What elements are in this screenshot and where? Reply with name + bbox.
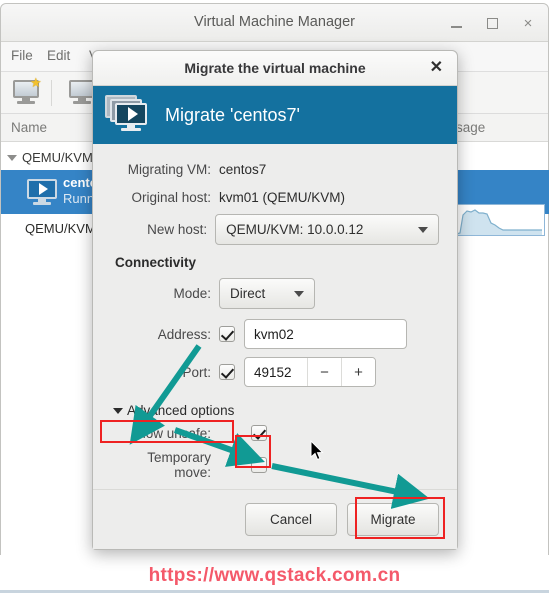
original-host-value: kvm01 (QEMU/KVM) <box>219 189 346 205</box>
new-host-value: QEMU/KVM: 10.0.0.12 <box>226 222 364 237</box>
allow-unsafe-label: Allow unsafe: <box>130 425 211 441</box>
advanced-options-label: Advanced options <box>127 403 235 418</box>
watermark-text: https://www.qstack.com.cn <box>148 565 401 586</box>
address-input[interactable]: kvm02 <box>244 319 407 349</box>
chevron-down-icon <box>294 290 304 297</box>
migrating-vm-label: Migrating VM: <box>127 161 211 177</box>
tree-group-qemu-kvm[interactable]: QEMU/KVM <box>7 150 93 165</box>
dialog-banner: Migrate 'centos7' <box>93 86 457 144</box>
menu-file[interactable]: File <box>11 48 33 63</box>
advanced-options-toggle[interactable]: Advanced options <box>113 403 234 418</box>
dialog-titlebar: Migrate the virtual machine ✕ <box>93 51 457 86</box>
maximize-icon[interactable] <box>482 13 502 33</box>
migrating-vm-value: centos7 <box>219 161 267 177</box>
dialog-title: Migrate the virtual machine <box>184 60 366 76</box>
vm-running-icon <box>27 179 57 205</box>
row-port: Port: 49152 − + <box>111 357 439 387</box>
mouse-cursor-icon <box>310 440 324 461</box>
mode-value: Direct <box>230 286 266 301</box>
port-increment-button[interactable]: + <box>341 358 375 386</box>
new-vm-icon[interactable]: ★ <box>13 76 42 104</box>
screenshot-root: Virtual Machine Manager × File Edit V ★ <box>0 0 549 593</box>
row-new-host: New host: QEMU/KVM: 10.0.0.12 <box>111 214 439 245</box>
vm-play-icon <box>105 95 153 135</box>
port-checkbox[interactable] <box>219 364 235 380</box>
temporary-move-label: Temporary move: <box>147 450 211 480</box>
port-stepper[interactable]: 49152 − + <box>244 357 376 387</box>
temporary-move-checkbox[interactable] <box>251 457 267 473</box>
banner-title: Migrate 'centos7' <box>165 104 300 125</box>
address-checkbox[interactable] <box>219 326 235 342</box>
row-address: Address: kvm02 <box>111 319 439 349</box>
address-label: Address: <box>157 326 211 342</box>
mode-label: Mode: <box>173 286 211 301</box>
port-value[interactable]: 49152 <box>245 358 307 386</box>
menu-edit[interactable]: Edit <box>47 48 70 63</box>
new-host-select[interactable]: QEMU/KVM: 10.0.0.12 <box>215 214 439 245</box>
cancel-button[interactable]: Cancel <box>245 503 337 536</box>
row-temporary-move: Temporary move: <box>111 450 439 480</box>
row-mode: Mode: Direct <box>111 278 439 309</box>
chevron-down-icon[interactable] <box>7 154 17 161</box>
allow-unsafe-checkbox[interactable] <box>251 425 267 441</box>
window-controls: × <box>446 13 538 33</box>
main-titlebar: Virtual Machine Manager × <box>1 4 548 42</box>
dialog-action-bar: Cancel Migrate <box>93 489 457 549</box>
chevron-down-icon <box>113 407 123 414</box>
port-label: Port: <box>182 364 211 380</box>
chevron-down-icon <box>418 226 428 233</box>
address-value: kvm02 <box>254 326 294 342</box>
tree-group-label: QEMU/KVM <box>22 150 93 165</box>
row-allow-unsafe: Allow unsafe: <box>111 422 439 444</box>
column-header-usage[interactable]: sage <box>456 120 485 135</box>
migrate-button[interactable]: Migrate <box>347 503 439 536</box>
close-icon[interactable]: × <box>518 13 538 33</box>
dialog-content: Migrating VM: centos7 Original host: kvm… <box>93 144 457 480</box>
original-host-label: Original host: <box>131 189 211 205</box>
dialog-close-icon[interactable]: ✕ <box>430 59 443 77</box>
host-label: QEMU/KVM: <box>25 221 100 236</box>
new-host-label: New host: <box>147 222 208 237</box>
row-migrating-vm: Migrating VM: centos7 <box>111 158 439 180</box>
port-decrement-button[interactable]: − <box>307 358 341 386</box>
column-header-name[interactable]: Name <box>11 120 47 135</box>
toolbar-separator <box>51 80 52 106</box>
connectivity-section-title: Connectivity <box>115 255 197 270</box>
mode-select[interactable]: Direct <box>219 278 315 309</box>
row-original-host: Original host: kvm01 (QEMU/KVM) <box>111 186 439 208</box>
minimize-icon[interactable] <box>446 13 466 33</box>
migrate-dialog: Migrate the virtual machine ✕ Migrate 'c… <box>92 50 458 550</box>
